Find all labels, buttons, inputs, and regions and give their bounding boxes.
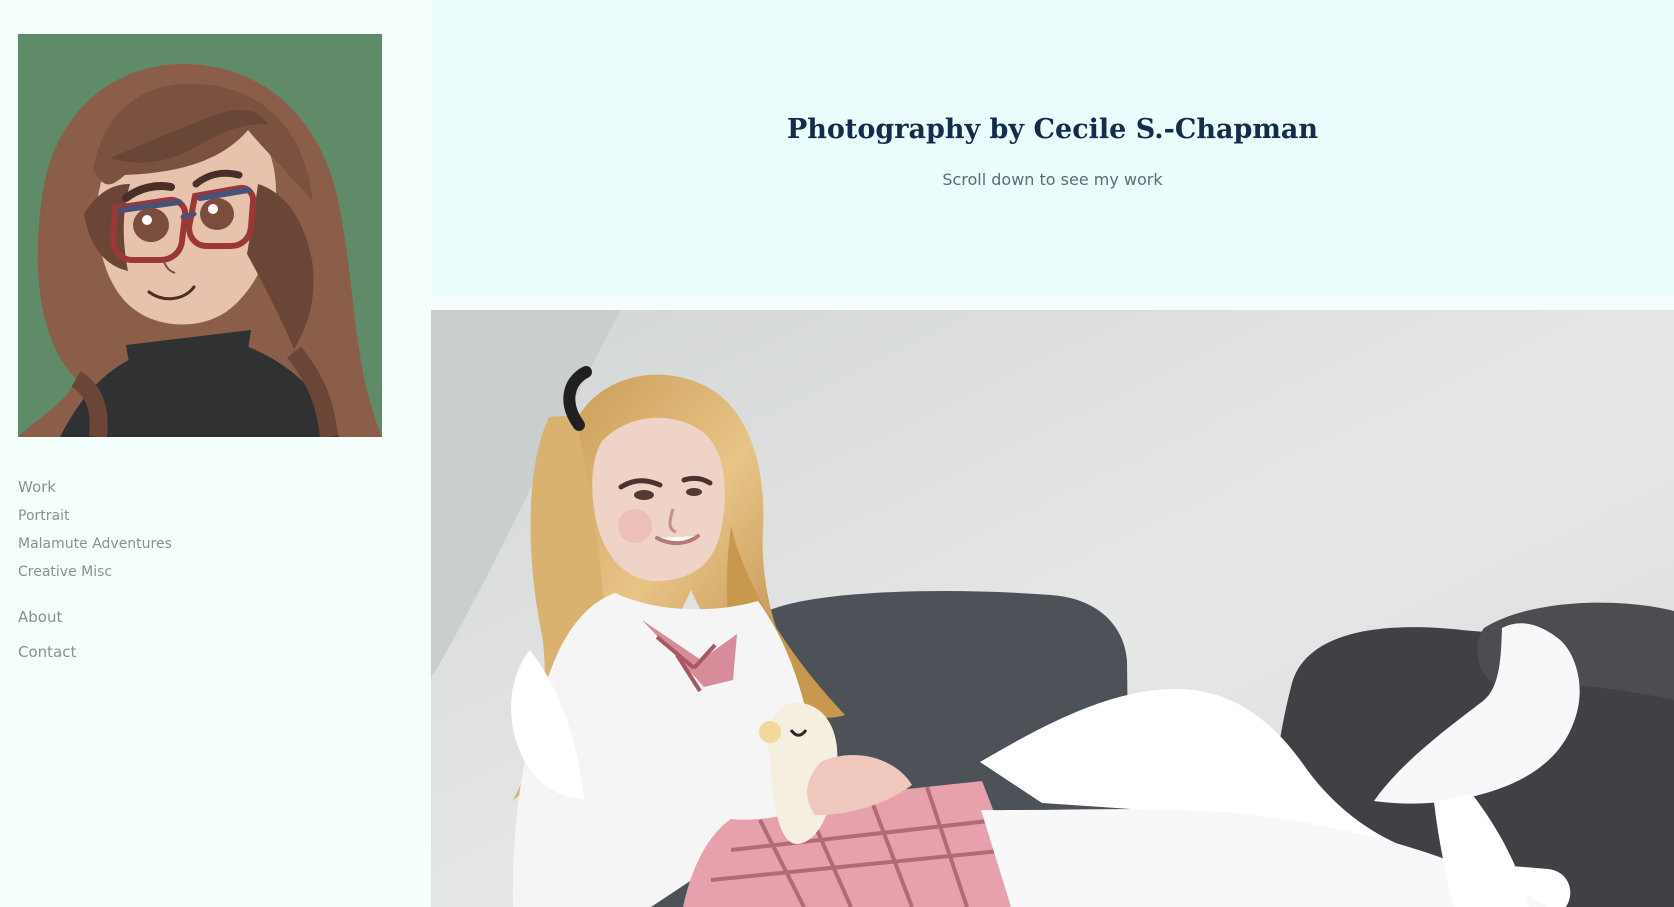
profile-avatar	[18, 34, 382, 437]
site-navigation: Work Portrait Malamute Adventures Creati…	[18, 476, 378, 663]
nav-work-link[interactable]: Work	[18, 476, 378, 498]
portrait-photograph	[431, 310, 1674, 907]
featured-photo[interactable]	[431, 310, 1674, 907]
main-content: Photography by Cecile S.-Chapman Scroll …	[431, 0, 1674, 907]
portfolio-page: Work Portrait Malamute Adventures Creati…	[0, 0, 1674, 907]
nav-section-gap	[18, 582, 378, 606]
scroll-hint: Scroll down to see my work	[942, 170, 1163, 189]
page-title: Photography by Cecile S.-Chapman	[786, 114, 1319, 146]
nav-malamute-adventures-link[interactable]: Malamute Adventures	[18, 534, 378, 554]
nav-contact-link[interactable]: Contact	[18, 641, 378, 663]
cartoon-avatar-illustration	[18, 34, 382, 437]
nav-portrait-link[interactable]: Portrait	[18, 506, 378, 526]
nav-about-link[interactable]: About	[18, 606, 378, 628]
hero-section: Photography by Cecile S.-Chapman Scroll …	[431, 0, 1674, 297]
sidebar: Work Portrait Malamute Adventures Creati…	[0, 0, 430, 907]
nav-creative-misc-link[interactable]: Creative Misc	[18, 562, 378, 582]
